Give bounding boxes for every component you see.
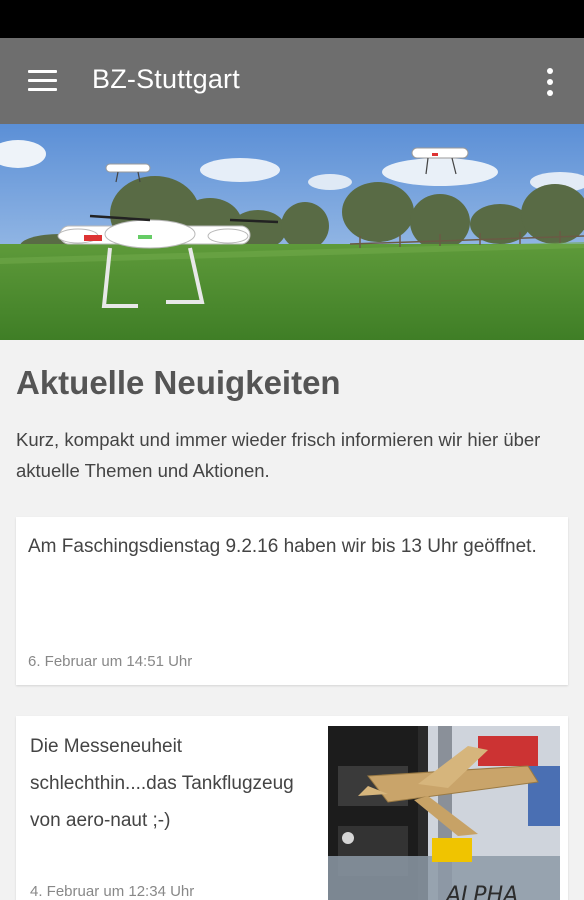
news-card-text: Am Faschingsdienstag 9.2.16 haben wir bi… [28,536,537,557]
hamburger-menu-icon[interactable] [18,62,68,102]
more-vert-icon[interactable] [532,62,568,102]
app-title: BZ-Stuttgart [92,64,240,94]
news-card-text: Die Messeneuheit schlechthin....das Tank… [30,736,294,831]
image-brand-text: ALPHA [444,883,518,900]
section-title: Aktuelle Neuigkeiten [16,364,341,401]
hero-image [0,124,584,340]
app-bar: BZ-Stuttgart [0,38,584,124]
status-bar [0,0,584,38]
section-intro: Kurz, kompakt und immer wieder frisch in… [16,429,541,481]
news-card[interactable]: Die Messeneuheit schlechthin....das Tank… [16,716,568,900]
news-card-image: ALPHA [328,726,560,900]
news-card-date: 6. Februar um 14:51 Uhr [28,653,193,670]
news-card-date: 4. Februar um 12:34 Uhr [30,883,195,900]
news-card[interactable]: Am Faschingsdienstag 9.2.16 haben wir bi… [16,517,568,685]
